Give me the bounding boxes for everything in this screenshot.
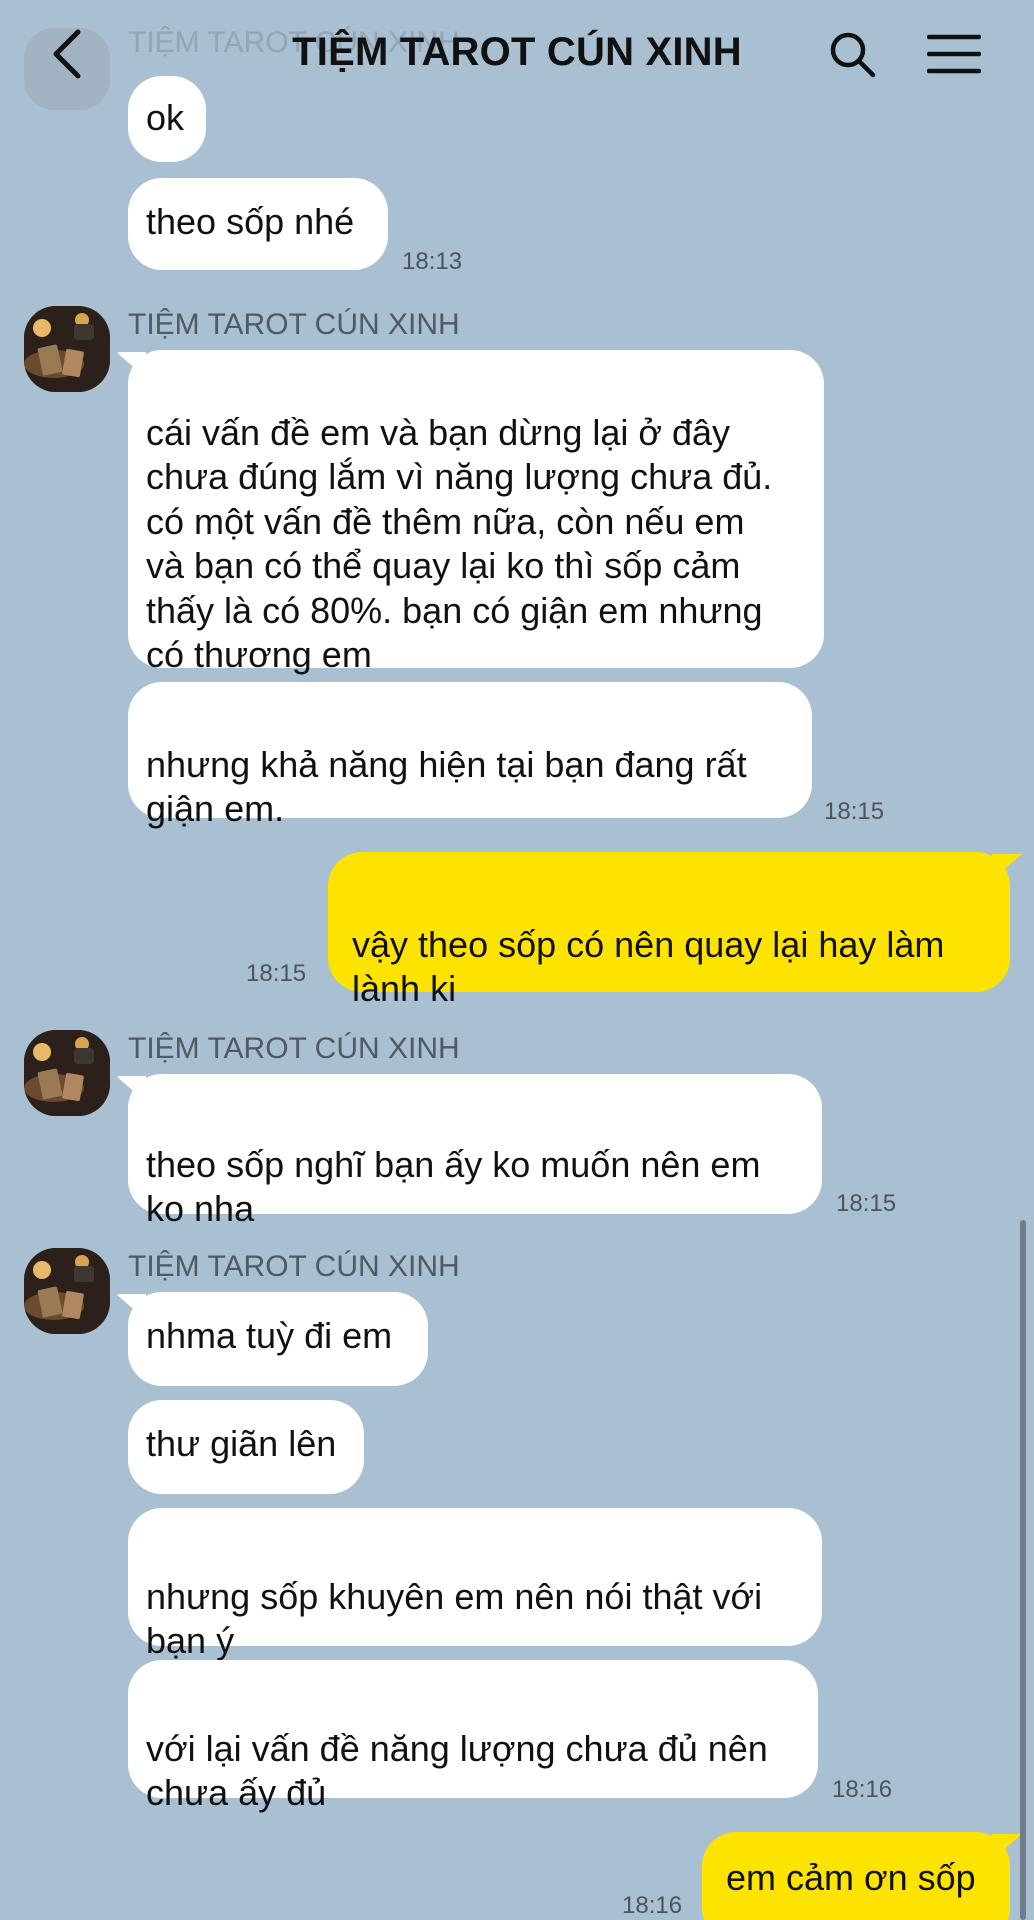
message-text: thư giãn lên (146, 1423, 337, 1464)
message-text: vậy theo sốp có nên quay lại hay làm làn… (352, 923, 945, 1010)
message-time: 18:15 (824, 798, 885, 825)
incoming-message[interactable]: cái vấn đề em và bạn dừng lại ở đây chưa… (128, 350, 824, 675)
chat-screen: TIỆM TAROT CÚN XINH TIỆM TAROT CÚN XINH … (0, 0, 1034, 1920)
message-text: nhưng khả năng hiện tại bạn đang rất giậ… (146, 743, 747, 830)
scrollbar[interactable] (1020, 1220, 1026, 1920)
sender-name: TIỆM TAROT CÚN XINH (128, 308, 460, 341)
sender-name: TIỆM TAROT CÚN XINH (128, 1250, 460, 1283)
search-icon[interactable] (824, 26, 880, 82)
message-text: em cảm ơn sốp (726, 1857, 976, 1898)
incoming-message[interactable]: thư giãn lên (128, 1400, 364, 1494)
message-text: nhưng sốp khuyên em nên nói thật với bạn… (146, 1575, 763, 1662)
incoming-message[interactable]: theo sốp nghĩ bạn ấy ko muốn nên em ko n… (128, 1074, 822, 1229)
message-text: cái vấn đề em và bạn dừng lại ở đây chưa… (146, 411, 773, 676)
sender-name: TIỆM TAROT CÚN XINH (128, 1032, 460, 1065)
message-text: nhma tuỳ đi em (146, 1315, 393, 1356)
message-text: với lại vấn đề năng lượng chưa đủ nên ch… (146, 1727, 768, 1814)
message-time: 18:13 (402, 248, 463, 275)
incoming-message[interactable]: theo sốp nhé (128, 178, 388, 270)
incoming-message[interactable]: nhưng khả năng hiện tại bạn đang rất giậ… (128, 682, 812, 829)
incoming-message[interactable]: với lại vấn đề năng lượng chưa đủ nên ch… (128, 1660, 818, 1813)
message-time: 18:15 (836, 1190, 897, 1217)
message-time: 18:15 (246, 960, 307, 987)
message-text: theo sốp nhé (146, 201, 355, 242)
incoming-message[interactable]: nhma tuỳ đi em (128, 1292, 428, 1386)
sender-avatar[interactable] (24, 1248, 110, 1334)
sender-avatar[interactable] (24, 1030, 110, 1116)
outgoing-message[interactable]: em cảm ơn sốp (702, 1832, 1010, 1920)
message-time: 18:16 (832, 1776, 893, 1803)
outgoing-message[interactable]: vậy theo sốp có nên quay lại hay làm làn… (328, 852, 1010, 1009)
message-text: theo sốp nghĩ bạn ấy ko muốn nên em ko n… (146, 1143, 761, 1230)
incoming-message[interactable]: nhưng sốp khuyên em nên nói thật với bạn… (128, 1508, 822, 1661)
message-time: 18:16 (622, 1892, 683, 1919)
hamburger-menu-icon[interactable] (926, 26, 982, 82)
chat-header: TIỆM TAROT CÚN XINH (0, 0, 1034, 110)
sender-avatar[interactable] (24, 306, 110, 392)
